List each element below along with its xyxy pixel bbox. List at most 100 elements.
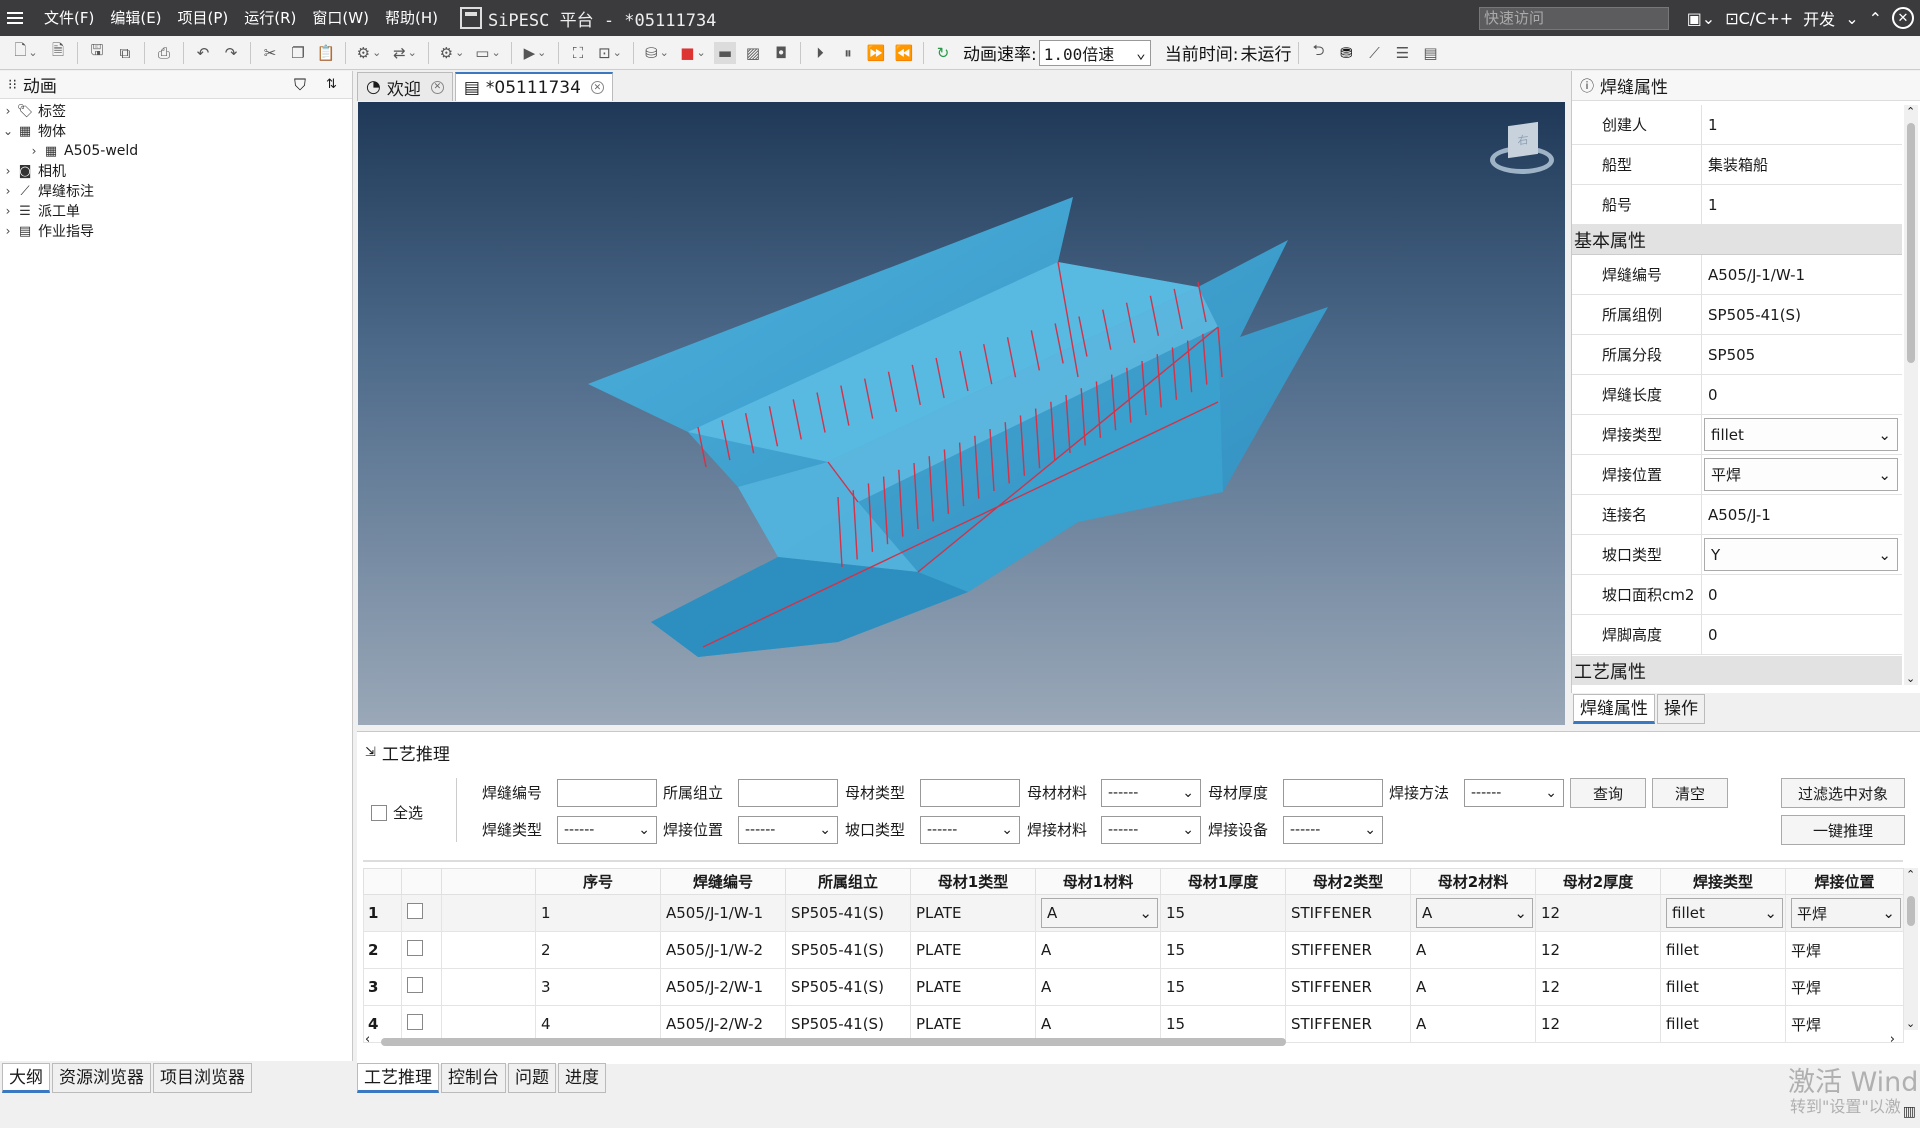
table-cell[interactable]: SP505-41(S) — [785, 968, 911, 1006]
settings-icon[interactable]: ⚙ — [354, 42, 384, 64]
chevron-right-icon[interactable]: › — [0, 184, 16, 198]
table-cell[interactable]: A — [1035, 968, 1161, 1006]
tab-operations[interactable]: 操作 — [1657, 694, 1705, 724]
scroll-down-icon[interactable]: ⌄ — [1906, 1017, 1915, 1030]
property-value[interactable]: 集装箱船 — [1702, 145, 1902, 184]
table-header-cell[interactable]: 序号 — [535, 868, 661, 895]
database-black-icon[interactable]: ⛃ — [1335, 42, 1357, 64]
3d-viewport[interactable]: 右 — [358, 102, 1565, 725]
table-cell[interactable]: A505/J-1/W-1 — [660, 894, 786, 932]
table-horizontal-scrollbar[interactable]: ‹ › — [365, 1032, 1895, 1049]
hull-model[interactable] — [358, 102, 1565, 725]
tab-outline[interactable]: 大纲 — [2, 1063, 50, 1093]
tree-item-a505-weld[interactable]: › ▦ A505-weld — [0, 141, 352, 161]
table-cell[interactable]: SP505-41(S) — [785, 931, 911, 969]
table-header-cell[interactable]: 母材1材料 — [1035, 868, 1161, 895]
quick-access-input[interactable]: 快速访问 — [1479, 7, 1669, 30]
export-icon[interactable]: ⮌ — [1307, 41, 1329, 64]
base-thickness-input[interactable] — [1283, 779, 1383, 807]
perspective-language[interactable]: ⊡C/C++ — [1725, 9, 1793, 28]
table-vertical-scrollbar[interactable]: ⌃ ⌄ — [1904, 868, 1918, 1030]
step-play-icon[interactable]: ⏵ — [809, 42, 831, 64]
base-material-select[interactable]: ------ ⌄ — [1101, 779, 1201, 807]
table-cell[interactable]: 12 — [1535, 894, 1661, 932]
filter-icon[interactable]: ⛉ — [294, 75, 306, 95]
table-header-cell[interactable]: 焊接类型 — [1660, 868, 1786, 895]
table-cell[interactable]: A505/J-1/W-2 — [660, 931, 786, 969]
scroll-left-icon[interactable]: ‹ — [365, 1032, 370, 1047]
chevron-right-icon[interactable]: › — [0, 164, 16, 178]
property-value[interactable]: A505/J-1 — [1702, 495, 1902, 534]
table-header-cell[interactable]: 母材1厚度 — [1160, 868, 1286, 895]
table-cell[interactable]: 15 — [1160, 931, 1286, 969]
table-cell[interactable]: 15 — [1160, 968, 1286, 1006]
table-cell[interactable]: A505/J-2/W-1 — [660, 968, 786, 1006]
table-header-cell[interactable]: 母材1类型 — [910, 868, 1036, 895]
table-cell[interactable]: A — [1410, 931, 1536, 969]
groove-type-select[interactable]: ------ ⌄ — [920, 816, 1020, 844]
gear-run-icon[interactable]: ⚙ — [437, 42, 467, 64]
scrollbar-thumb[interactable] — [1907, 896, 1915, 926]
table-header-cell[interactable]: 所属组立 — [785, 868, 911, 895]
perspective-mode[interactable]: 开发 — [1803, 6, 1835, 30]
chevron-right-icon[interactable]: › — [0, 104, 16, 118]
cell-select[interactable]: 平焊 ⌄ — [1791, 898, 1901, 928]
scroll-down-icon[interactable]: ⌄ — [1906, 672, 1915, 685]
table-cell[interactable]: PLATE — [910, 894, 1036, 932]
weld-no-input[interactable] — [557, 779, 657, 807]
hamburger-menu-icon[interactable] — [0, 0, 30, 36]
assembly-input[interactable] — [738, 779, 838, 807]
view-cube-box[interactable]: 右 — [1508, 121, 1538, 159]
properties-scrollbar[interactable]: ⌃ ⌄ — [1904, 105, 1918, 685]
close-tab-icon[interactable]: ✕ — [590, 81, 604, 94]
print-icon[interactable]: ⎙ — [153, 42, 175, 64]
table-row[interactable]: 3 3 A505/J-2/W-1 SP505-41(S) PLATE A 15 STIFFEN… — [363, 968, 1904, 1006]
table-header-cell[interactable]: 焊缝编号 — [660, 868, 786, 895]
property-select[interactable]: fillet ⌄ — [1704, 418, 1898, 451]
work-order-icon[interactable]: ☰ — [1391, 42, 1413, 64]
perspective-icon[interactable]: ▣⌄ — [1687, 9, 1716, 28]
maximize-icon[interactable]: ⌃ — [1869, 9, 1882, 28]
menu-help[interactable]: 帮助(H) — [377, 0, 446, 36]
cube-icon[interactable]: ■ — [678, 42, 708, 64]
select-all-checkbox[interactable]: 全选 — [371, 802, 423, 823]
tab-model[interactable]: ▤ *05111734 ✕ — [454, 72, 613, 101]
undo-icon[interactable]: ↶ — [192, 42, 214, 64]
table-cell[interactable]: 平焊 — [1785, 931, 1904, 969]
property-value[interactable]: 0 — [1702, 615, 1902, 654]
chevron-right-icon[interactable]: › — [0, 204, 16, 218]
row-checkbox[interactable] — [407, 977, 423, 993]
row-checkbox[interactable] — [407, 1014, 423, 1030]
row-checkbox[interactable] — [407, 940, 423, 956]
tree-item-weld-mark[interactable]: › ⟋ 焊缝标注 — [0, 181, 352, 201]
tab-progress[interactable]: 进度 — [558, 1063, 606, 1093]
cell-select[interactable]: A ⌄ — [1041, 898, 1158, 928]
cell-select[interactable]: fillet ⌄ — [1666, 898, 1783, 928]
tab-resource-browser[interactable]: 资源浏览器 — [52, 1063, 151, 1093]
table-cell[interactable]: A ⌄ — [1410, 894, 1536, 932]
tree-item-tags[interactable]: › 🏷 标签 — [0, 101, 352, 121]
table-cell[interactable]: 12 — [1535, 931, 1661, 969]
tab-process-inference[interactable]: 工艺推理 — [357, 1063, 439, 1093]
table-row[interactable]: 1 1 A505/J-1/W-1 SP505-41(S) PLATE A ⌄ 15 STIFFE… — [363, 894, 1904, 932]
fast-forward-icon[interactable]: ⏩ — [865, 42, 887, 64]
table-header-cell[interactable]: 母材2材料 — [1410, 868, 1536, 895]
table-cell[interactable]: A — [1410, 968, 1536, 1006]
table-cell[interactable]: 平焊 — [1785, 968, 1904, 1006]
weld-equipment-select[interactable]: ------ ⌄ — [1283, 816, 1383, 844]
table-cell[interactable]: 平焊 ⌄ — [1785, 894, 1904, 932]
collapse-icon[interactable]: ⇅ — [326, 77, 337, 92]
redo-icon[interactable]: ↷ — [220, 42, 242, 64]
tree-item-work-order[interactable]: › ☰ 派工单 — [0, 201, 352, 221]
image-icon[interactable]: ▨ — [742, 42, 764, 64]
property-select[interactable]: Y ⌄ — [1704, 538, 1898, 571]
table-cell[interactable]: PLATE — [910, 931, 1036, 969]
property-value[interactable]: 0 — [1702, 375, 1902, 414]
guide-icon[interactable]: ▤ — [1419, 42, 1441, 64]
scroll-up-icon[interactable]: ⌃ — [1906, 868, 1915, 881]
table-cell[interactable]: SP505-41(S) — [785, 894, 911, 932]
query-button[interactable]: 查询 — [1570, 778, 1646, 808]
menu-window[interactable]: 窗口(W) — [304, 0, 377, 36]
cut-icon[interactable]: ✂ — [259, 42, 281, 64]
chevron-right-icon[interactable]: › — [26, 144, 42, 158]
